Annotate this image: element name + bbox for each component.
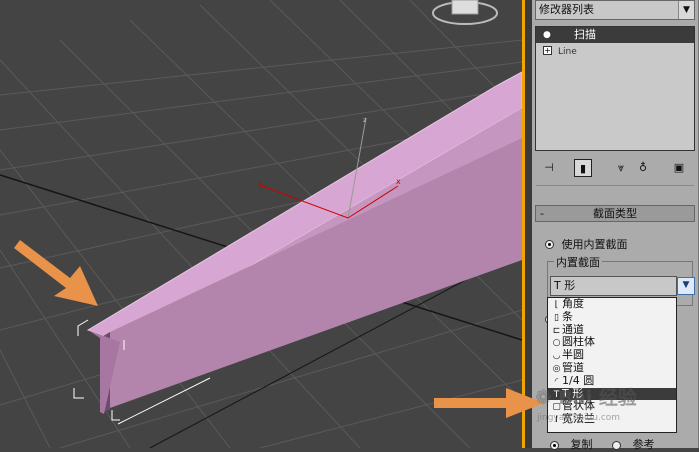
- builtin-group-label: 内置截面: [554, 254, 602, 270]
- stack-item-sweep[interactable]: ● 扫描: [536, 27, 694, 43]
- list-item-label: 半圆: [562, 349, 584, 362]
- make-unique-icon[interactable]: ⩔: [612, 159, 630, 177]
- annotation-arrow-icon: [434, 388, 544, 418]
- section-type-select[interactable]: T 形 ▼: [550, 276, 695, 296]
- list-item[interactable]: ◡ 半圆: [548, 349, 676, 362]
- lightbulb-icon[interactable]: ●: [543, 27, 551, 43]
- watermark-text: 经验: [598, 387, 637, 409]
- radio-icon: [545, 239, 554, 249]
- stack-item-label: Line: [558, 47, 577, 57]
- list-item[interactable]: ⊏ 通道: [548, 324, 676, 337]
- configure-sets-icon[interactable]: ▣: [670, 159, 688, 177]
- list-item[interactable]: ▯ 条: [548, 311, 676, 324]
- viewcube-icon[interactable]: [432, 0, 498, 25]
- channel-icon: ⊏: [552, 325, 561, 336]
- use-builtin-label: 使用内置截面: [561, 238, 628, 251]
- modifier-list-dropdown[interactable]: 修改器列表 ▼: [535, 0, 695, 20]
- copy-reference-options: 复制 参考: [550, 436, 671, 452]
- svg-text:z: z: [363, 116, 367, 124]
- pin-stack-icon[interactable]: ⊣: [540, 159, 558, 177]
- perspective-viewport[interactable]: z y x: [0, 0, 522, 448]
- list-item-label: 圆柱体: [562, 336, 595, 349]
- annotation-arrow-icon: [14, 240, 98, 306]
- show-end-result-icon[interactable]: ▮: [574, 159, 592, 177]
- modifier-stack[interactable]: ● 扫描 + Line: [535, 26, 695, 151]
- list-item[interactable]: ◎ 管道: [548, 362, 676, 375]
- svg-text:x: x: [396, 177, 401, 186]
- selected-section-value: T 形: [554, 279, 576, 292]
- list-item[interactable]: ○ 圆柱体: [548, 336, 676, 349]
- rollout-section-type[interactable]: - 截面类型: [535, 205, 695, 222]
- remove-modifier-icon[interactable]: ♁: [634, 159, 652, 177]
- chevron-down-icon[interactable]: ▼: [677, 277, 695, 295]
- radio-copy[interactable]: 复制: [550, 438, 601, 451]
- watermark-url: jingyan.baidu.com: [537, 413, 621, 423]
- sweep-object[interactable]: [86, 71, 522, 414]
- collapse-icon: -: [540, 207, 544, 220]
- watermark-brand: Bai: [558, 387, 593, 409]
- angle-icon: ⌊: [554, 300, 559, 310]
- command-panel: 修改器列表 ▼ ● 扫描 + Line ⊣ ▮ ⩔ ♁ ▣ - 截面类型 使用内…: [532, 0, 699, 451]
- use-builtin-radio[interactable]: 使用内置截面: [545, 236, 628, 252]
- list-item[interactable]: ⌊ 角度: [548, 298, 676, 311]
- list-item-label: 管道: [562, 361, 584, 374]
- viewport-scene: z y x: [0, 0, 522, 448]
- list-item-label: 通道: [562, 323, 584, 336]
- stack-item-line[interactable]: + Line: [536, 43, 694, 59]
- rollout-title: 截面类型: [593, 207, 637, 220]
- radio-reference[interactable]: 参考: [612, 438, 663, 451]
- panel-divider: [522, 0, 532, 448]
- svg-text:y: y: [258, 179, 263, 188]
- stack-toolbar: ⊣ ▮ ⩔ ♁ ▣: [532, 157, 699, 179]
- list-item-label: 条: [562, 310, 573, 323]
- half-round-icon: ◡: [552, 351, 561, 362]
- watermark: ❁ Bai 经验 jingyan.baidu.com: [535, 383, 637, 423]
- divider: [536, 185, 694, 186]
- bar-icon: ▯: [554, 312, 559, 323]
- stack-item-label: 扫描: [574, 28, 596, 41]
- chevron-down-icon: ▼: [678, 1, 694, 19]
- paw-icon: ❁: [535, 385, 552, 409]
- pipe-icon: ◎: [552, 363, 561, 374]
- modifier-list-label: 修改器列表: [539, 3, 594, 16]
- cylinder-icon: ○: [552, 338, 561, 349]
- expand-icon[interactable]: +: [543, 46, 552, 55]
- list-item-label: 角度: [562, 298, 584, 310]
